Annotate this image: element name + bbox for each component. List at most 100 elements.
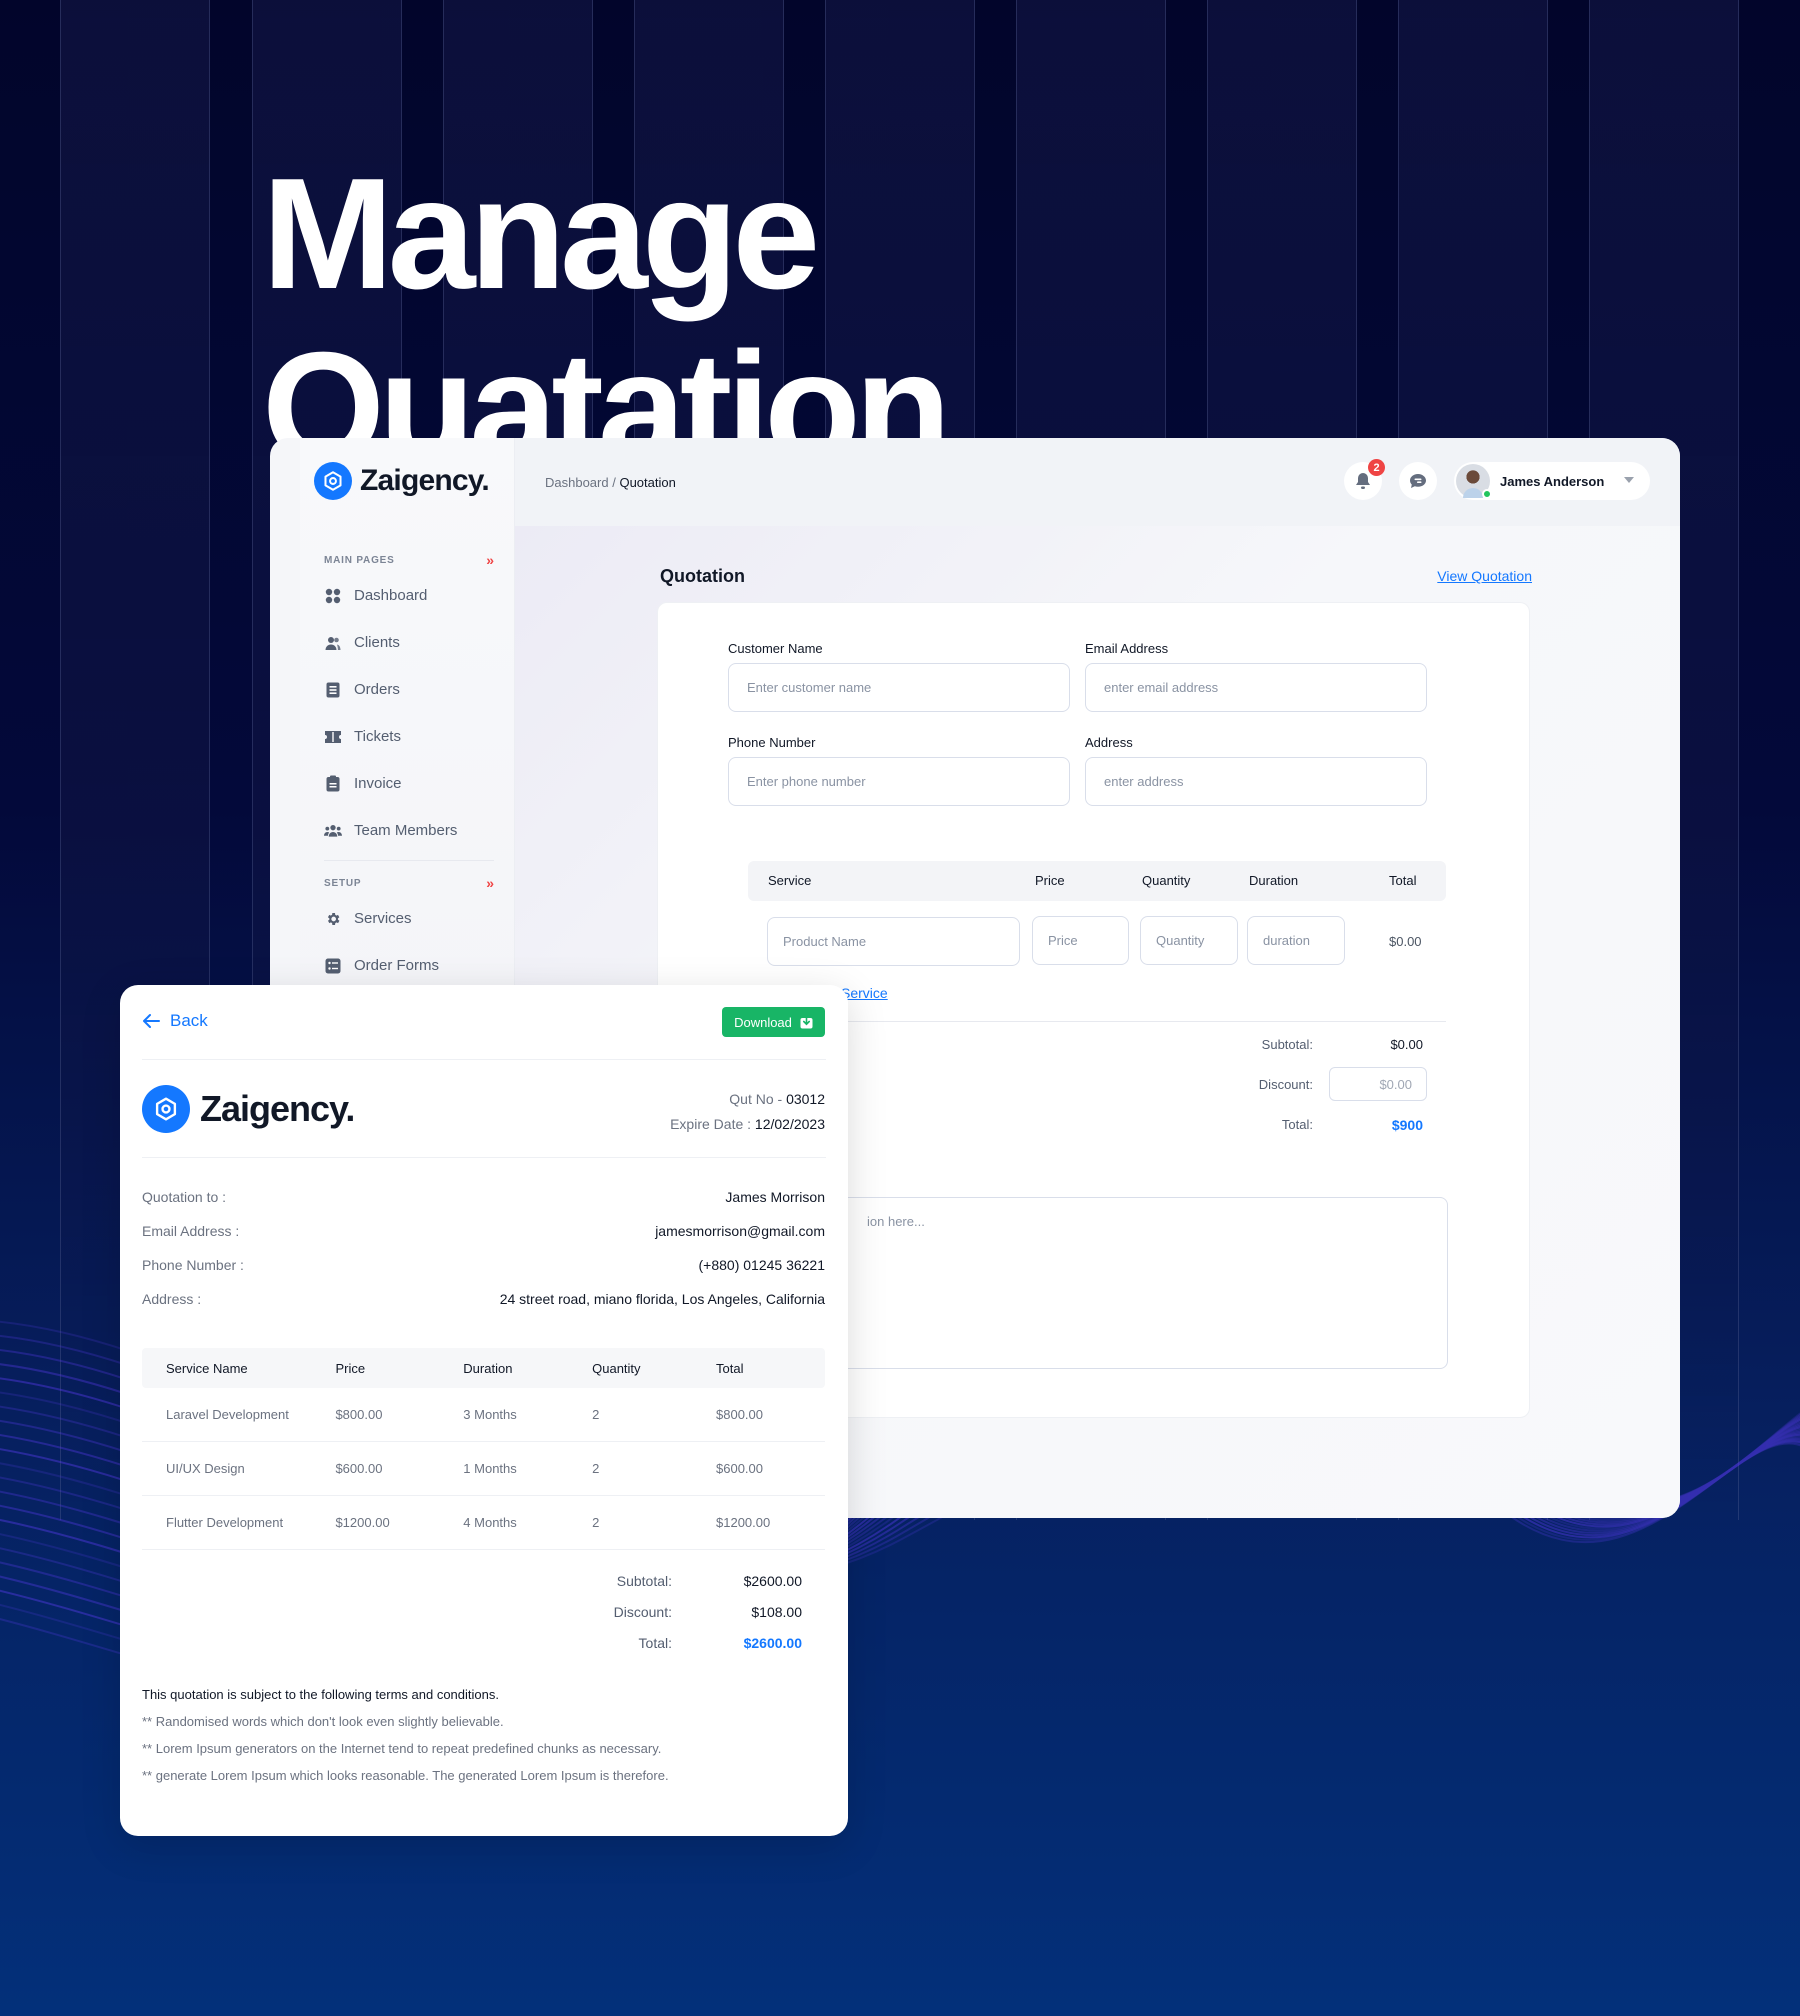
column-header: Price [335,1360,366,1376]
price-field[interactable] [1032,916,1129,965]
customer-name-label: Customer Name [728,641,823,656]
brand-logo[interactable]: Zaigency. [314,462,490,500]
nav-section-main: MAIN PAGES » Dashboard Clients Orders Ti… [324,548,494,989]
total-value: $900 [1391,1117,1423,1133]
cell-quantity: 2 [592,1461,600,1476]
discount-label: Discount: [613,1603,672,1620]
sidebar-item-invoice[interactable]: Invoice [324,760,494,807]
cell-price: $800.00 [335,1407,383,1422]
cell-quantity: 2 [592,1407,600,1422]
cell-duration: 3 Months [463,1407,517,1422]
info-label: Phone Number : [142,1257,244,1273]
column-header: Total [1389,873,1417,888]
customer-name-input[interactable] [747,680,1069,695]
summary-divider [748,1021,1446,1022]
grid-icon [324,587,342,605]
arrow-left-icon [143,1014,160,1028]
info-row: Email Address : jamesmorrison@gmail.com [142,1214,825,1248]
page-title: Quotation [660,566,745,586]
address-label: Address [1085,735,1133,750]
price-input[interactable] [1048,933,1128,948]
email-field[interactable] [1085,663,1427,712]
logo-icon [142,1085,190,1133]
brand-name: Zaigency. [360,464,490,497]
term-item: ** generate Lorem Ipsum which looks reas… [142,1768,669,1783]
cell-service: Laravel Development [166,1407,289,1422]
add-service-link[interactable]: Service [841,985,888,1001]
gear-icon [324,910,342,928]
quantity-field[interactable] [1140,916,1238,965]
cell-price: $1200.00 [335,1515,390,1530]
table-row: Flutter Development $1200.00 4 Months 2 … [142,1496,825,1550]
messages-button[interactable] [1399,462,1437,500]
sidebar-item-label: Services [354,910,412,927]
logo-icon [314,462,352,500]
collapse-chevron-icon[interactable]: » [486,552,494,568]
cell-quantity: 2 [592,1515,600,1530]
info-label: Address : [142,1291,202,1307]
quantity-input[interactable] [1156,933,1237,948]
sidebar-item-orders[interactable]: Orders [324,666,494,713]
download-button[interactable]: Download [722,1007,825,1037]
document-icon [324,681,342,699]
expire-label: Expire Date : [670,1116,755,1132]
info-row: Phone Number : (+880) 01245 36221 [142,1248,825,1282]
nav-section-title: MAIN PAGES [324,554,395,566]
cell-total: $600.00 [716,1461,763,1476]
subtotal-label: Subtotal: [616,1572,672,1589]
breadcrumb-current: Quotation [619,475,676,490]
phone-field[interactable] [728,757,1070,806]
user-menu[interactable]: James Anderson [1454,462,1650,500]
cell-service: UI/UX Design [166,1461,245,1476]
view-quotation-link[interactable]: View Quotation [1437,568,1532,584]
column-header: Total [716,1360,744,1376]
cell-duration: 1 Months [463,1461,517,1476]
nav-divider [324,860,494,861]
duration-field[interactable] [1247,916,1345,965]
quotation-preview-card: Back Download Zaigency. Qut No - 03012 E… [120,985,848,1836]
duration-input[interactable] [1263,933,1344,948]
quote-meta: Qut No - 03012 Expire Date : 12/02/2023 [670,1087,825,1137]
address-input[interactable] [1104,774,1426,789]
quote-no-label: Qut No - [729,1091,787,1107]
cell-price: $600.00 [335,1461,383,1476]
sidebar-item-clients[interactable]: Clients [324,619,494,666]
info-value: 24 street road, miano florida, Los Angel… [499,1291,825,1307]
phone-input[interactable] [747,774,1069,789]
email-input[interactable] [1104,680,1426,695]
total-value: $2600.00 [743,1634,802,1651]
divider [142,1059,826,1060]
online-status-dot [1482,489,1492,499]
sidebar-item-tickets[interactable]: Tickets [324,713,494,760]
product-name-field[interactable] [767,917,1020,966]
discount-input[interactable]: $0.00 [1329,1067,1427,1101]
description-textarea[interactable]: ion here... [748,1197,1448,1369]
users-icon [324,634,342,652]
product-name-input[interactable] [783,934,1019,949]
info-value: (+880) 01245 36221 [698,1257,826,1273]
invoice-brand: Zaigency. [142,1085,355,1133]
info-label: Email Address : [142,1223,240,1239]
address-field[interactable] [1085,757,1427,806]
cell-total: $800.00 [716,1407,763,1422]
breadcrumb-parent[interactable]: Dashboard [545,475,609,490]
sidebar-item-order-forms[interactable]: Order Forms [324,942,494,989]
back-button[interactable]: Back [142,1011,208,1031]
subtotal-value: $0.00 [1390,1037,1423,1052]
invoice-summary: Subtotal: $2600.00 Discount: $108.00 Total… [582,1565,802,1658]
info-value: James Morrison [725,1189,825,1205]
customer-name-field[interactable] [728,663,1070,712]
collapse-chevron-icon[interactable]: » [486,875,494,891]
discount-label: Discount: [1258,1077,1313,1092]
notifications-button[interactable]: 2 [1344,459,1385,500]
column-header: Quantity [592,1360,641,1376]
sidebar-item-dashboard[interactable]: Dashboard [324,572,494,619]
sidebar-item-services[interactable]: Services [324,895,494,942]
download-icon [800,1015,813,1029]
term-item: ** Randomised words which don't look eve… [142,1714,504,1729]
column-header: Duration [1249,873,1299,888]
nav-section-title: SETUP [324,877,362,889]
sidebar-item-label: Team Members [354,822,458,839]
sidebar-item-team-members[interactable]: Team Members [324,807,494,854]
service-table-header: Service Price Quantity Duration Total [748,861,1446,901]
